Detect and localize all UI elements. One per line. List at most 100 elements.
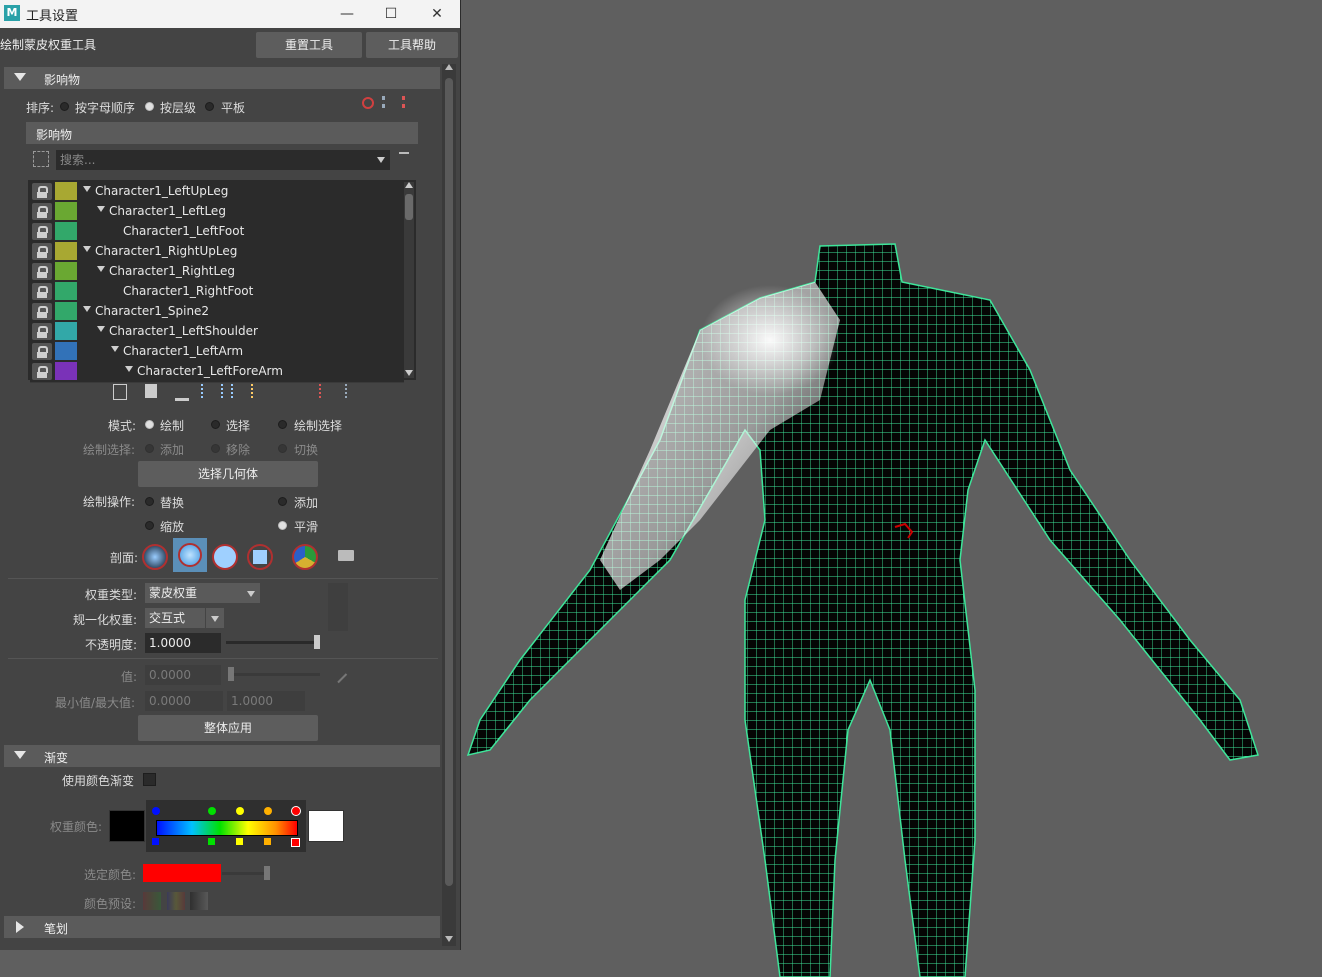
lock-icon[interactable] (32, 223, 52, 240)
list-scroll-up-icon[interactable] (405, 182, 413, 188)
lock-icon[interactable] (32, 203, 52, 220)
ramp-handle-red-icon[interactable] (291, 806, 301, 816)
filter-select-icon[interactable] (33, 151, 49, 167)
close-button[interactable]: ✕ (414, 0, 460, 28)
list-scroll-thumb[interactable] (405, 194, 413, 220)
use-color-ramp-checkbox[interactable] (143, 773, 156, 786)
expand-arrow-icon[interactable] (97, 266, 105, 272)
influence-row[interactable]: Character1_LeftUpLeg (30, 182, 404, 203)
opacity-input[interactable]: 1.0000 (145, 633, 221, 653)
influence-row[interactable]: Character1_RightUpLeg (30, 242, 404, 263)
influence-row[interactable]: Character1_LeftLeg (30, 202, 404, 223)
ramp-delete-yellow-icon[interactable] (236, 838, 243, 845)
influences-section-header[interactable]: 影响物 (4, 67, 440, 89)
weight-type-dropdown[interactable]: 蒙皮权重 (145, 583, 245, 603)
profile-image-icon[interactable] (292, 544, 318, 570)
influence-row[interactable]: Character1_Spine2 (30, 302, 404, 323)
mirror-selection-icon[interactable] (231, 384, 253, 398)
lock-icon[interactable] (32, 243, 52, 260)
profile-square-frame[interactable] (247, 544, 273, 570)
influence-color-swatch[interactable] (55, 362, 77, 380)
prune-weights-icon[interactable] (175, 384, 189, 401)
influence-list-scrollbar[interactable] (404, 182, 414, 378)
select-color-swatch[interactable] (143, 864, 221, 882)
sort-hierarchy-radio[interactable] (145, 102, 154, 111)
influence-color-swatch[interactable] (55, 342, 77, 360)
weight-type-dropdown-arrow[interactable] (242, 583, 260, 603)
color-ramp-bar[interactable] (156, 820, 298, 836)
search-dropdown-icon[interactable] (377, 157, 385, 163)
copy-weights-icon[interactable] (113, 384, 127, 400)
expand-arrow-icon[interactable] (83, 246, 91, 252)
influence-color-swatch[interactable] (55, 242, 77, 260)
folder-icon[interactable] (338, 550, 354, 561)
paint-select-remove-radio[interactable] (211, 444, 220, 453)
lock-icon[interactable] (32, 343, 52, 360)
expand-all-icon[interactable] (319, 384, 337, 398)
profile-solid-icon[interactable] (212, 544, 238, 570)
paste-weights-icon[interactable] (145, 384, 157, 398)
ramp-delete-red-icon[interactable] (291, 838, 300, 847)
influence-row[interactable]: Character1_LeftForeArm (30, 362, 404, 383)
stroke-section-header[interactable]: 笔划 (4, 916, 440, 938)
influence-color-swatch[interactable] (55, 222, 77, 240)
profile-soft-selected[interactable] (173, 538, 207, 572)
influence-row[interactable]: Character1_RightFoot (30, 282, 404, 303)
influence-color-swatch[interactable] (55, 302, 77, 320)
influence-row[interactable]: Character1_LeftFoot (30, 222, 404, 243)
lock-icon[interactable] (32, 323, 52, 340)
tree-view-icon[interactable] (382, 96, 393, 108)
paint-select-add-radio[interactable] (145, 444, 154, 453)
scrollbar-thumb[interactable] (445, 78, 453, 886)
expand-arrow-icon[interactable] (83, 186, 91, 192)
color-preset-3[interactable] (190, 892, 208, 910)
tool-help-button[interactable]: 工具帮助 (366, 32, 458, 58)
select-color-slider-handle[interactable] (264, 866, 270, 880)
flood-button[interactable]: 整体应用 (138, 715, 318, 741)
influence-color-swatch[interactable] (55, 322, 77, 340)
pick-value-icon[interactable] (328, 664, 348, 684)
sort-alphabetical-radio[interactable] (60, 102, 69, 111)
value-slider-handle[interactable] (228, 667, 234, 681)
expand-arrow-icon[interactable] (111, 346, 119, 352)
influence-row[interactable]: Character1_RightLeg (30, 262, 404, 283)
panel-scrollbar[interactable] (442, 64, 456, 946)
influence-color-swatch[interactable] (55, 182, 77, 200)
influence-row[interactable]: Character1_LeftArm (30, 342, 404, 363)
paint-op-scale-radio[interactable] (145, 521, 154, 530)
paint-op-smooth-radio[interactable] (278, 521, 287, 530)
color-ramp-widget[interactable] (146, 800, 306, 852)
ramp-delete-green-icon[interactable] (208, 838, 215, 845)
min-value-input[interactable]: 0.0000 (145, 691, 223, 711)
lock-icon[interactable] (32, 183, 52, 200)
sort-flat-radio[interactable] (205, 102, 214, 111)
ramp-delete-blue-icon[interactable] (152, 838, 159, 845)
mode-paint-radio[interactable] (145, 420, 154, 429)
collapse-all-icon[interactable] (345, 384, 363, 398)
influence-color-swatch[interactable] (55, 262, 77, 280)
expand-arrow-icon[interactable] (97, 206, 105, 212)
lock-icon[interactable] (32, 363, 52, 380)
profile-gaussian-icon[interactable] (142, 544, 168, 570)
value-slider-track[interactable] (228, 673, 320, 676)
expand-arrow-icon[interactable] (97, 326, 105, 332)
influence-row[interactable]: Character1_LeftShoulder (30, 322, 404, 343)
normalize-weights-dropdown[interactable]: 交互式 (145, 608, 205, 628)
lock-icon[interactable] (32, 283, 52, 300)
color-preset-1[interactable] (143, 892, 161, 910)
title-bar[interactable]: M 工具设置 — ☐ ✕ (0, 0, 460, 28)
ramp-handle-blue-icon[interactable] (152, 807, 160, 815)
opacity-slider-handle[interactable] (314, 635, 320, 649)
influence-color-swatch[interactable] (55, 202, 77, 220)
ramp-handle-green-icon[interactable] (208, 807, 216, 815)
lock-icon[interactable] (32, 303, 52, 320)
weight-color-low-swatch[interactable] (109, 810, 145, 842)
paint-op-replace-radio[interactable] (145, 497, 154, 506)
ramp-handle-yellow-icon[interactable] (236, 807, 244, 815)
select-vertices-icon[interactable] (201, 384, 223, 398)
expand-arrow-icon[interactable] (83, 306, 91, 312)
paint-op-add-radio[interactable] (278, 497, 287, 506)
influence-color-swatch[interactable] (55, 282, 77, 300)
gradient-section-header[interactable]: 渐变 (4, 745, 440, 767)
ramp-handle-orange-icon[interactable] (264, 807, 272, 815)
